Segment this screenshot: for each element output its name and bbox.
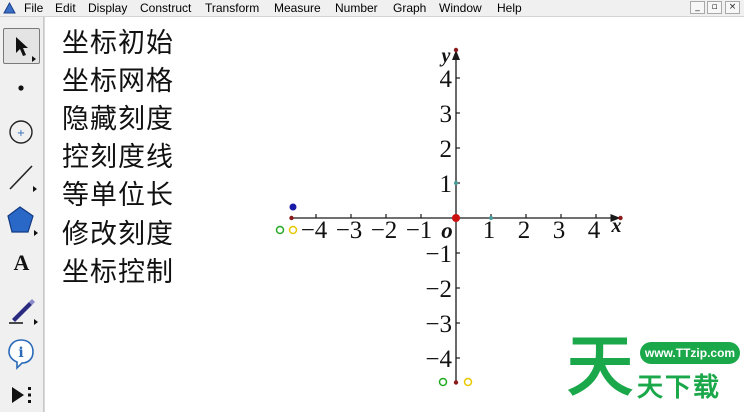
straightedge-tool[interactable]	[3, 158, 40, 194]
svg-text:i: i	[18, 345, 23, 361]
menu-transform[interactable]: Transform	[205, 1, 259, 15]
x-tick-label: 4	[588, 217, 601, 244]
y-tick-label: 3	[440, 101, 453, 128]
origin-point[interactable]	[452, 214, 460, 222]
y-axis-end-point[interactable]	[453, 47, 459, 53]
x-tick-label: −2	[371, 217, 398, 244]
watermark-text: 天下载	[637, 373, 722, 403]
x-unit-point[interactable]	[489, 216, 493, 220]
control-point-blue[interactable]	[289, 203, 297, 211]
y-tick-label: 1	[440, 171, 453, 198]
y-tick-label: −1	[425, 241, 452, 268]
x-tick-label: −1	[406, 217, 433, 244]
cmd-coordinate-grid-button[interactable]: 坐标网格	[62, 66, 174, 98]
sketchpad-app-icon[interactable]	[3, 2, 16, 14]
x-tick-label: −3	[336, 217, 363, 244]
menu-display[interactable]: Display	[88, 1, 127, 15]
y-tick-label: −2	[425, 276, 452, 303]
x-tick-label: 1	[483, 217, 496, 244]
x-tick-label: −4	[301, 217, 328, 244]
polygon-tool[interactable]	[3, 202, 40, 238]
close-button[interactable]: ×	[725, 1, 740, 14]
y-unit-point[interactable]	[454, 181, 458, 185]
text-a-icon: A	[13, 250, 30, 275]
menu-measure[interactable]: Measure	[274, 1, 321, 15]
y-tick-label: 2	[440, 136, 453, 163]
canvas-left-edge	[44, 17, 47, 412]
info-icon: i	[8, 339, 34, 370]
cmd-coordinate-control-button[interactable]: 坐标控制	[62, 257, 174, 289]
point-tool[interactable]	[3, 70, 40, 106]
text-tool[interactable]: A	[3, 247, 40, 283]
cmd-modify-ticks-button[interactable]: 修改刻度	[62, 219, 174, 251]
minimize-icon: _	[695, 2, 700, 12]
menu-help[interactable]: Help	[497, 1, 522, 15]
y-axis-start-point[interactable]	[453, 380, 459, 385]
menu-number[interactable]: Number	[335, 1, 378, 15]
control-point-yellow[interactable]	[463, 377, 473, 387]
x-axis-start-point[interactable]	[289, 215, 294, 221]
menu-edit[interactable]: Edit	[55, 1, 76, 15]
information-tool[interactable]: i	[3, 335, 40, 371]
x-axis-end-point[interactable]	[618, 215, 623, 221]
cmd-coordinate-init-button[interactable]: 坐标初始	[62, 28, 174, 60]
line-segment-icon	[9, 165, 37, 192]
watermark-big-glyph: 天	[567, 328, 633, 405]
restore-icon: ▫	[711, 2, 718, 12]
control-point-yellow[interactable]	[288, 225, 298, 235]
pen-icon	[9, 299, 38, 325]
menu-bar: File Edit Display Construct Transform Me…	[0, 0, 744, 17]
y-tick-label: 4	[440, 66, 453, 93]
toolbox: + A i	[0, 17, 44, 412]
marker-tool[interactable]	[3, 291, 40, 327]
menu-construct[interactable]: Construct	[140, 1, 191, 15]
y-tick-label: −4	[425, 346, 452, 373]
cmd-control-tick-lines-button[interactable]: 控刻度线	[62, 142, 174, 174]
compass-tool[interactable]: +	[3, 114, 40, 150]
menu-window[interactable]: Window	[439, 1, 482, 15]
menu-graph[interactable]: Graph	[393, 1, 426, 15]
y-axis-label: y	[440, 45, 451, 67]
x-tick-label: 3	[553, 217, 566, 244]
minimize-button[interactable]: _	[690, 1, 705, 14]
play-menu-icon	[12, 387, 31, 403]
watermark-url-badge: www.TTzip.com	[640, 342, 740, 364]
origin-label: o	[441, 218, 453, 243]
custom-tool[interactable]	[3, 377, 40, 413]
menu-file[interactable]: File	[24, 1, 43, 15]
close-icon: ×	[728, 2, 737, 12]
y-tick-label: −3	[425, 311, 452, 338]
arrow-icon	[16, 37, 36, 62]
point-icon	[18, 85, 24, 91]
x-tick-label: 2	[518, 217, 531, 244]
circle-icon: +	[9, 120, 33, 144]
control-point-green[interactable]	[275, 225, 285, 235]
control-point-green[interactable]	[438, 377, 448, 387]
arrow-select-tool[interactable]	[3, 28, 40, 64]
cmd-equal-unit-length-button[interactable]: 等单位长	[62, 180, 174, 212]
restore-button[interactable]: ▫	[707, 1, 722, 14]
svg-text:+: +	[17, 128, 25, 139]
pentagon-icon	[7, 206, 38, 236]
cmd-hide-ticks-button[interactable]: 隐藏刻度	[62, 104, 174, 136]
